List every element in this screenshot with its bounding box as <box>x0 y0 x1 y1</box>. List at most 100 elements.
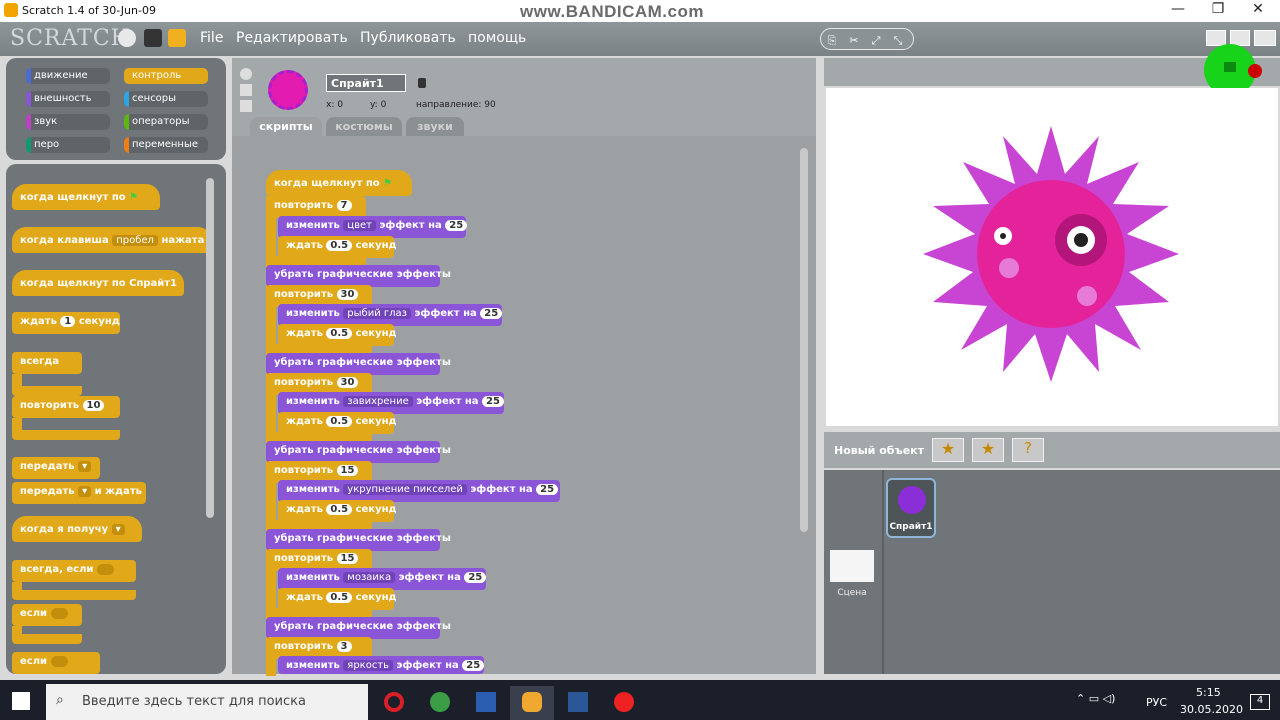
grow-icon[interactable]: ⤢ <box>865 31 887 51</box>
block-if-else[interactable]: если <box>12 652 100 674</box>
flip-icon[interactable] <box>240 84 252 96</box>
choose-sprite-button[interactable]: ★ <box>972 438 1004 462</box>
category-control[interactable]: контроль <box>124 68 208 84</box>
block-when-sprite-clicked[interactable]: когда щелкнут по Спрайт1 <box>12 270 184 296</box>
search-icon: ⌕ <box>56 692 64 708</box>
menu-edit[interactable]: Редактировать <box>236 30 348 46</box>
maximize-button[interactable]: ❐ <box>1198 0 1238 20</box>
sprite-eye-left-pupil <box>1000 233 1006 239</box>
block-when-receive[interactable]: когда я получу ▾ <box>12 516 142 542</box>
small-stage-button[interactable] <box>1206 30 1226 46</box>
windows-start-icon[interactable] <box>12 692 30 710</box>
stage[interactable] <box>826 88 1278 426</box>
clock-date[interactable]: 30.05.2020 <box>1180 703 1243 716</box>
clock-time[interactable]: 5:15 <box>1196 686 1221 699</box>
share-icon[interactable] <box>168 29 186 47</box>
sprite-tile[interactable]: Спрайт1 <box>886 478 936 538</box>
block-broadcast-wait[interactable]: передать ▾ и ждать <box>12 482 146 504</box>
tab-costumes[interactable]: костюмы <box>326 117 402 136</box>
sprite-eye-right-pupil <box>1074 233 1088 247</box>
script-wait-4[interactable]: ждать 0.5 секунд <box>278 500 397 522</box>
script-clear-effects-3[interactable]: убрать графические эффекты <box>266 441 451 463</box>
scratch-taskbar-icon[interactable] <box>510 686 554 720</box>
block-forever-if[interactable]: всегда, если <box>12 560 136 582</box>
sprite-tile-thumb <box>898 486 926 514</box>
palette-scrollbar[interactable] <box>206 178 214 518</box>
title-bar: Scratch 1.4 of 30-Jun-09 www.BANDICAM.co… <box>0 0 1280 22</box>
script-repeat-1[interactable]: повторить 7 <box>266 196 366 218</box>
block-broadcast[interactable]: передать ▾ <box>12 457 100 479</box>
bandicam-icon[interactable] <box>602 686 646 720</box>
script-change-effect-2[interactable]: изменить рыбий глаз эффект на 25 <box>278 304 503 326</box>
notification-icon[interactable]: 4 <box>1250 694 1270 710</box>
sprite-name-field[interactable]: Спрайт1 <box>326 74 406 92</box>
block-when-key[interactable]: когда клавиша пробел нажата <box>12 227 212 253</box>
rotate-icon[interactable] <box>240 68 252 80</box>
lock-icon[interactable] <box>418 78 426 88</box>
script-change-effect-3[interactable]: изменить завихрение эффект на 25 <box>278 392 504 414</box>
duplicate-icon[interactable]: ⎘ <box>821 31 843 51</box>
taskbar-search[interactable]: ⌕ Введите здесь текст для поиска <box>46 684 368 720</box>
script-clear-effects-2[interactable]: убрать графические эффекты <box>266 353 451 375</box>
category-looks[interactable]: внешность <box>26 91 110 107</box>
category-operators[interactable]: операторы <box>124 114 208 130</box>
opera-icon[interactable] <box>372 686 416 720</box>
chrome-icon[interactable] <box>418 686 462 720</box>
sprite-on-stage[interactable] <box>826 88 1278 426</box>
sprite-x: x: 0 <box>326 100 343 110</box>
script-wait-5[interactable]: ждать 0.5 секунд <box>278 588 397 610</box>
tab-scripts[interactable]: скрипты <box>250 117 322 136</box>
save-icon[interactable] <box>144 29 162 47</box>
category-motion[interactable]: движение <box>26 68 110 84</box>
paint-sprite-button[interactable]: ★ <box>932 438 964 462</box>
word-icon[interactable] <box>556 686 600 720</box>
script-change-effect-1[interactable]: изменить цвет эффект на 25 <box>278 216 468 238</box>
blocks-palette: когда щелкнут по ⚑ когда клавиша пробел … <box>6 164 226 674</box>
minimize-button[interactable]: — <box>1158 0 1198 20</box>
category-sensing[interactable]: сенсоры <box>124 91 208 107</box>
script-clear-effects-1[interactable]: убрать графические эффекты <box>266 265 451 287</box>
script-wait-2[interactable]: ждать 0.5 секунд <box>278 324 397 346</box>
cut-icon[interactable]: ✂ <box>843 31 865 51</box>
script-wait-1[interactable]: ждать 0.5 секунд <box>278 236 397 258</box>
script-change-effect-6[interactable]: изменить яркость эффект на 25 <box>278 656 485 674</box>
language-indicator[interactable]: РУС <box>1146 696 1167 709</box>
tab-sounds[interactable]: звуки <box>406 117 464 136</box>
block-forever[interactable]: всегда <box>12 352 82 374</box>
stop-button[interactable] <box>1248 64 1262 78</box>
stage-header <box>824 44 1280 96</box>
script-change-effect-4[interactable]: изменить укрупнение пикселей эффект на 2… <box>278 480 560 502</box>
category-palette: движение контроль внешность сенсоры звук… <box>6 58 226 160</box>
script-hat[interactable]: когда щелкнут по ⚑ <box>266 170 412 196</box>
sprite-tile-label: Спрайт1 <box>889 522 933 532</box>
shrink-icon[interactable]: ⤡ <box>887 31 909 51</box>
script-clear-effects-5[interactable]: убрать графические эффекты <box>266 617 451 639</box>
block-repeat[interactable]: повторить 10 <box>12 396 120 418</box>
sprite-cheek-left <box>999 258 1019 278</box>
save-app-icon[interactable] <box>464 686 508 720</box>
script-change-effect-5[interactable]: изменить мозаика эффект на 25 <box>278 568 487 590</box>
scene-thumbnail[interactable] <box>830 550 874 582</box>
globe-icon[interactable] <box>118 29 136 47</box>
sprite-direction: направление: 90 <box>416 100 496 110</box>
tray-icons[interactable]: ⌃ ▭ ◁) <box>1076 692 1115 705</box>
block-if[interactable]: если <box>12 604 82 626</box>
category-sound[interactable]: звук <box>26 114 110 130</box>
scratch-app-icon <box>4 3 18 17</box>
random-sprite-button[interactable]: ? <box>1012 438 1044 462</box>
menu-share[interactable]: Публиковать <box>360 30 456 46</box>
no-rotate-icon[interactable] <box>240 100 252 112</box>
close-button[interactable]: ✕ <box>1238 0 1278 20</box>
green-flag-icon <box>1224 62 1236 72</box>
block-when-flag[interactable]: когда щелкнут по ⚑ <box>12 184 160 210</box>
new-object-label: Новый объект <box>834 444 925 457</box>
block-wait[interactable]: ждать 1 секунд <box>12 312 120 334</box>
presentation-button[interactable] <box>1254 30 1276 46</box>
menu-help[interactable]: помощь <box>468 30 526 46</box>
category-variables[interactable]: переменные <box>124 137 208 153</box>
menu-file[interactable]: File <box>200 30 223 46</box>
script-wait-3[interactable]: ждать 0.5 секунд <box>278 412 397 434</box>
script-clear-effects-4[interactable]: убрать графические эффекты <box>266 529 451 551</box>
category-pen[interactable]: перо <box>26 137 110 153</box>
scripts-scrollbar[interactable] <box>800 148 808 532</box>
